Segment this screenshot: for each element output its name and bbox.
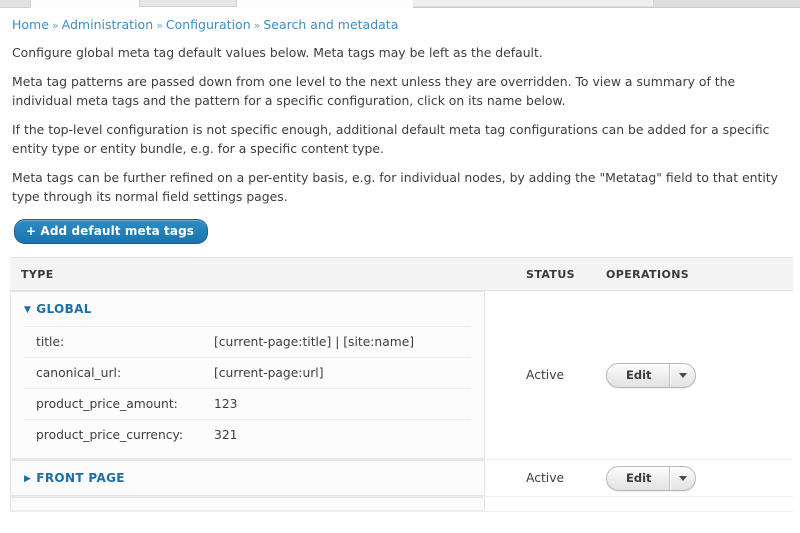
details-panel-global: ▼ GLOBAL title: [current-page:title] | [s… bbox=[10, 291, 485, 459]
row-type-cell-global: ▼ GLOBAL title: [current-page:title] | [s… bbox=[10, 290, 526, 460]
edit-dropbutton-front-page[interactable]: Edit bbox=[606, 465, 696, 491]
status-badge-front-page: Active bbox=[526, 459, 606, 497]
row-type-cell-front-page: ▶ FRONT PAGE bbox=[10, 459, 526, 497]
details-summary-front-page[interactable]: ▶ FRONT PAGE bbox=[11, 461, 484, 495]
meta-tag-key: title: bbox=[36, 335, 65, 349]
breadcrumb-link-search-and-metadata[interactable]: Search and metadata bbox=[263, 17, 398, 32]
triangle-right-icon: ▶ bbox=[24, 474, 32, 484]
chevron-down-icon bbox=[678, 475, 687, 481]
column-header-operations: OPERATIONS bbox=[606, 257, 793, 291]
browser-chrome-strip bbox=[0, 0, 800, 8]
action-bar: + Add default meta tags bbox=[0, 206, 800, 244]
column-header-type: TYPE bbox=[10, 257, 526, 291]
intro-paragraph-3: If the top-level configuration is not sp… bbox=[12, 122, 770, 156]
breadcrumb-link-home[interactable]: Home bbox=[12, 17, 49, 32]
intro-text: Configure global meta tag default values… bbox=[0, 43, 800, 206]
operations-cell-partial bbox=[606, 496, 793, 512]
page-content: Home» Administration» Configuration» Search… bbox=[0, 8, 800, 512]
browser-tab-partial-left[interactable] bbox=[0, 0, 31, 8]
triangle-down-icon: ▼ bbox=[24, 305, 32, 315]
meta-tag-defaults-table-wrapper: TYPE STATUS OPERATIONS ▼ GLOBAL title: [… bbox=[10, 257, 793, 512]
table-header-row: TYPE STATUS OPERATIONS bbox=[10, 257, 793, 291]
meta-tag-defaults-table: TYPE STATUS OPERATIONS ▼ GLOBAL title: [… bbox=[10, 257, 793, 512]
browser-tab-partial-middle[interactable] bbox=[139, 0, 237, 7]
details-panel-front-page: ▶ FRONT PAGE bbox=[10, 460, 485, 496]
table-body: ▼ GLOBAL title: [current-page:title] | [s… bbox=[10, 290, 793, 512]
dropbutton-toggle-global[interactable] bbox=[669, 363, 695, 387]
breadcrumb-link-configuration[interactable]: Configuration bbox=[166, 17, 251, 32]
row-type-cell-partial bbox=[10, 496, 526, 512]
operations-cell-front-page: Edit bbox=[606, 459, 793, 497]
breadcrumb-separator: » bbox=[51, 19, 59, 32]
intro-paragraph-4: Meta tags can be further refined on a pe… bbox=[12, 170, 778, 204]
meta-tag-value: 123 bbox=[214, 397, 238, 411]
table-head: TYPE STATUS OPERATIONS bbox=[10, 257, 793, 291]
meta-tag-value: [current-page:url] bbox=[214, 366, 324, 380]
meta-tag-value: [current-page:title] | [site:name] bbox=[214, 335, 415, 349]
meta-tag-value: 321 bbox=[214, 428, 238, 442]
details-summary-label-front-page: FRONT PAGE bbox=[36, 471, 125, 485]
intro-paragraph-1: Configure global meta tag default values… bbox=[12, 45, 543, 60]
breadcrumb-link-administration[interactable]: Administration bbox=[62, 17, 153, 32]
chevron-down-icon bbox=[678, 372, 687, 378]
list-item: title: [current-page:title] | [site:name… bbox=[24, 326, 471, 357]
status-badge-global: Active bbox=[526, 290, 606, 460]
meta-tag-key: canonical_url: bbox=[36, 366, 122, 380]
add-default-meta-tags-button[interactable]: + Add default meta tags bbox=[14, 219, 209, 244]
details-summary-global[interactable]: ▼ GLOBAL bbox=[11, 292, 484, 326]
table-row: ▼ GLOBAL title: [current-page:title] | [s… bbox=[10, 290, 793, 460]
list-item: product_price_currency: 321 bbox=[24, 419, 471, 450]
meta-tag-key: product_price_amount: bbox=[36, 397, 178, 411]
breadcrumb-separator: » bbox=[253, 19, 261, 32]
dropbutton-toggle-front-page[interactable] bbox=[669, 466, 695, 490]
list-item: product_price_amount: 123 bbox=[24, 388, 471, 419]
edit-button-global[interactable]: Edit bbox=[607, 363, 670, 387]
details-panel-partial[interactable] bbox=[10, 497, 485, 511]
meta-tag-key: product_price_currency: bbox=[36, 428, 184, 442]
column-header-status: STATUS bbox=[526, 257, 606, 291]
edit-dropbutton-global[interactable]: Edit bbox=[606, 362, 696, 388]
table-row-partial bbox=[10, 496, 793, 512]
browser-address-bar-partial[interactable] bbox=[413, 0, 654, 6]
edit-button-front-page[interactable]: Edit bbox=[607, 466, 670, 490]
status-cell-partial bbox=[526, 496, 606, 512]
browser-toolbar-partial bbox=[413, 0, 800, 8]
details-body-global: title: [current-page:title] | [site:name… bbox=[11, 326, 484, 458]
breadcrumb-separator: » bbox=[156, 19, 163, 32]
intro-paragraph-2: Meta tag patterns are passed down from o… bbox=[12, 74, 736, 108]
operations-cell-global: Edit bbox=[606, 290, 793, 460]
list-item: canonical_url: [current-page:url] bbox=[24, 357, 471, 388]
table-row: ▶ FRONT PAGE Active Edit bbox=[10, 459, 793, 497]
details-summary-label-global: GLOBAL bbox=[36, 302, 92, 316]
breadcrumb: Home» Administration» Configuration» Search… bbox=[0, 8, 800, 34]
